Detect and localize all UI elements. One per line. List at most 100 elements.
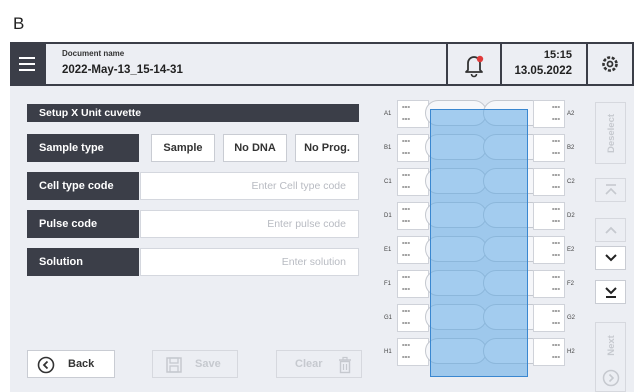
well-value: ---: [402, 102, 410, 111]
scroll-top-icon: [604, 184, 617, 195]
app-window: Document name 2022-May-13_15-14-31 15:15…: [10, 42, 634, 392]
sample-button[interactable]: Sample: [151, 134, 215, 162]
well-label: E1: [384, 247, 392, 253]
well-cell[interactable]: --- ---: [533, 304, 565, 332]
right-toolbar: Deselect Next: [588, 86, 634, 392]
save-label: Save: [195, 358, 221, 370]
pulse-code-label: Pulse code: [27, 210, 139, 238]
well-value: ---: [402, 340, 410, 349]
cuvette-well-grid: A1 --- --- --- --- A2 B1 --- --- --- --- B2 C1 --- ---…: [383, 100, 575, 392]
well-label: C2: [567, 179, 575, 185]
well-label: D1: [384, 213, 392, 219]
well-value: ---: [552, 306, 560, 315]
deselect-button[interactable]: Deselect: [595, 102, 626, 164]
well-cell[interactable]: --- ---: [533, 168, 565, 196]
well-label: F1: [384, 281, 392, 287]
header-bar: Document name 2022-May-13_15-14-31 15:15…: [10, 42, 634, 86]
back-arrow-icon: [37, 356, 55, 374]
well-value: ---: [552, 352, 560, 361]
well-value: ---: [402, 250, 410, 259]
well-cell[interactable]: --- ---: [533, 338, 565, 366]
well-value: ---: [402, 204, 410, 213]
solution-input[interactable]: Enter solution: [140, 248, 359, 276]
save-button[interactable]: Save: [152, 350, 238, 378]
scroll-top-button[interactable]: [595, 178, 626, 202]
well-value: ---: [552, 250, 560, 259]
well-value: ---: [402, 306, 410, 315]
well-value: ---: [402, 182, 410, 191]
next-label: Next: [606, 334, 617, 356]
well-value: ---: [402, 238, 410, 247]
pulse-code-input[interactable]: Enter pulse code: [140, 210, 359, 238]
well-value: ---: [552, 318, 560, 327]
setup-title: Setup X Unit cuvette: [27, 104, 359, 122]
scroll-down-button[interactable]: [595, 246, 626, 270]
sample-type-row: Sample type Sample No DNA No Prog.: [27, 134, 359, 162]
save-icon: [166, 357, 182, 373]
well-value: ---: [552, 170, 560, 179]
scroll-bottom-button[interactable]: [595, 280, 626, 304]
well-cell[interactable]: --- ---: [533, 134, 565, 162]
well-label: G1: [384, 315, 393, 321]
well-value: ---: [552, 340, 560, 349]
clock-date: 13.05.2022: [514, 65, 572, 77]
clear-label: Clear: [295, 358, 323, 370]
well-label: H1: [384, 349, 392, 355]
clock: 15:15 13.05.2022: [502, 44, 586, 84]
pulse-code-row: Pulse code Enter pulse code: [27, 210, 359, 238]
well-value: ---: [552, 102, 560, 111]
menu-icon[interactable]: [10, 42, 44, 86]
well-value: ---: [552, 216, 560, 225]
well-cell[interactable]: --- ---: [533, 202, 565, 230]
solution-row: Solution Enter solution: [27, 248, 359, 276]
clear-button[interactable]: Clear: [276, 350, 362, 378]
notification-button[interactable]: [448, 44, 500, 84]
well-cell[interactable]: --- ---: [533, 236, 565, 264]
main-content: Setup X Unit cuvette Sample type Sample …: [10, 86, 634, 392]
settings-button[interactable]: [588, 44, 632, 84]
well-value: ---: [552, 148, 560, 157]
well-label: D2: [567, 213, 575, 219]
gear-icon: [602, 56, 618, 72]
well-value: ---: [402, 216, 410, 225]
cell-type-input[interactable]: Enter Cell type code: [140, 172, 359, 200]
cell-type-row: Cell type code Enter Cell type code: [27, 172, 359, 200]
deselect-label: Deselect: [606, 113, 617, 153]
chevron-up-icon: [604, 226, 617, 234]
well-value: ---: [402, 170, 410, 179]
well-value: ---: [552, 284, 560, 293]
well-label: H2: [567, 349, 575, 355]
next-button[interactable]: Next: [595, 322, 626, 392]
well-value: ---: [402, 352, 410, 361]
document-info: Document name 2022-May-13_15-14-31: [46, 44, 446, 84]
well-cell[interactable]: --- ---: [533, 270, 565, 298]
solution-label: Solution: [27, 248, 139, 276]
back-button[interactable]: Back: [27, 350, 115, 378]
well-label: B1: [384, 145, 392, 151]
well-label: A1: [384, 111, 392, 117]
sample-type-label: Sample type: [27, 134, 139, 162]
well-label: C1: [384, 179, 392, 185]
well-value: ---: [552, 182, 560, 191]
chevron-down-icon: [604, 254, 617, 262]
well-cell[interactable]: --- ---: [533, 100, 565, 128]
well-value: ---: [552, 238, 560, 247]
well-label: G2: [567, 315, 576, 321]
well-label: F2: [567, 281, 575, 287]
document-name: 2022-May-13_15-14-31: [62, 64, 183, 76]
no-dna-button[interactable]: No DNA: [223, 134, 287, 162]
well-value: ---: [552, 204, 560, 213]
document-name-label: Document name: [62, 49, 125, 58]
scroll-up-button[interactable]: [595, 218, 626, 242]
well-label: A2: [567, 111, 575, 117]
well-value: ---: [552, 136, 560, 145]
well-value: ---: [402, 318, 410, 327]
well-value: ---: [402, 136, 410, 145]
well-value: ---: [402, 272, 410, 281]
well-value: ---: [402, 284, 410, 293]
figure-label: B: [13, 14, 25, 33]
scroll-bottom-icon: [604, 287, 617, 298]
well-value: ---: [552, 272, 560, 281]
well-label: B2: [567, 145, 575, 151]
no-prog-button[interactable]: No Prog.: [295, 134, 359, 162]
